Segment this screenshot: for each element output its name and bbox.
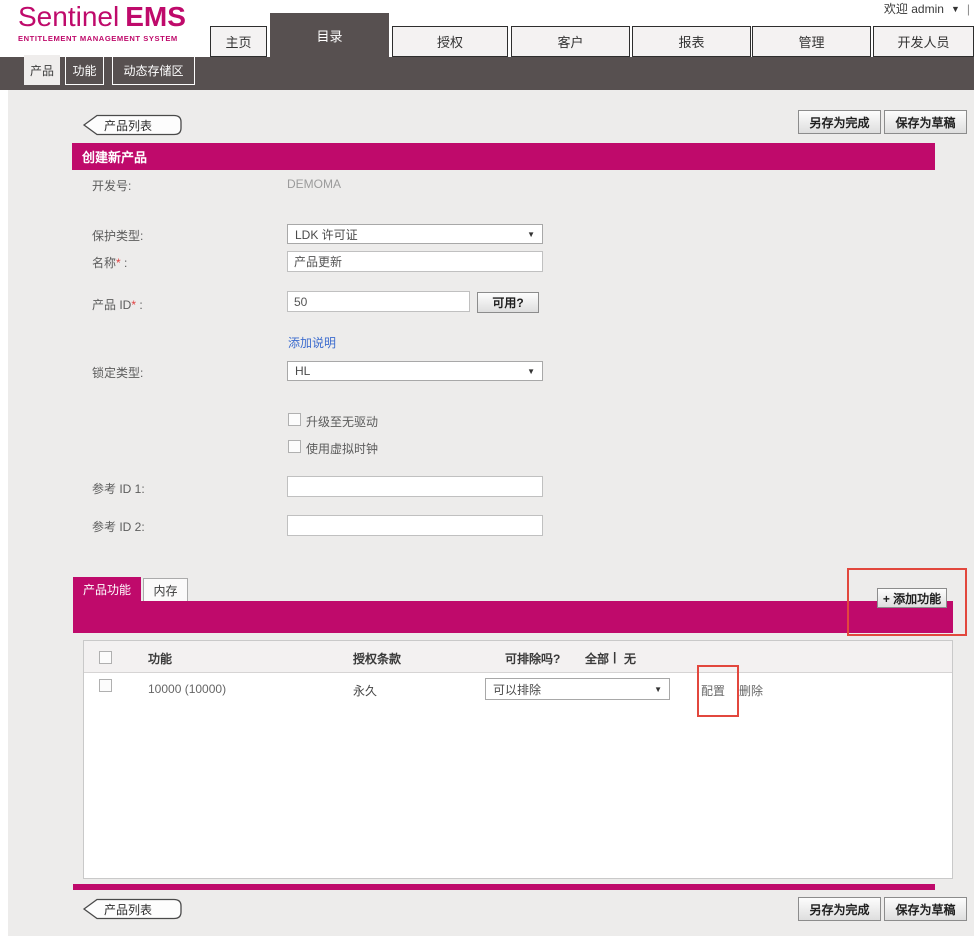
- top-header: SentinelEMS ENTITLEMENT MANAGEMENT SYSTE…: [0, 0, 974, 57]
- developer-id-label: 开发号:: [92, 177, 131, 194]
- virtual-clock-label: 使用虚拟时钟: [306, 440, 378, 457]
- annotation-box-add-feature: [847, 568, 967, 636]
- delete-link[interactable]: 删除: [739, 682, 763, 699]
- check-id-available-button[interactable]: 可用?: [477, 292, 539, 313]
- save-as-draft-button-top[interactable]: 保存为草稿: [884, 110, 967, 134]
- tab-reports[interactable]: 报表: [632, 26, 751, 57]
- welcome-text: 欢迎 admin: [884, 0, 944, 17]
- select-all-checkbox[interactable]: [99, 651, 112, 664]
- product-list-back-label: 产品列表: [104, 117, 152, 134]
- locking-type-label: 锁定类型:: [92, 364, 143, 381]
- ref-id-2-input[interactable]: [287, 515, 543, 536]
- page: SentinelEMS ENTITLEMENT MANAGEMENT SYSTE…: [0, 0, 974, 936]
- subtab-features[interactable]: 功能: [65, 55, 104, 85]
- feature-table-row: 10000 (10000) 永久 可以排除 ▼ 配置 删除: [84, 673, 952, 706]
- save-as-complete-button-bottom[interactable]: 另存为完成: [798, 897, 881, 921]
- features-table: 功能 授权条款 可排除吗? 全部 | 无 10000 (10000) 永久 可以…: [83, 640, 953, 879]
- product-id-label: 产品 ID* :: [92, 296, 143, 313]
- welcome-separator: |: [967, 2, 970, 16]
- name-label: 名称* :: [92, 254, 127, 271]
- tab-customers[interactable]: 客户: [511, 26, 630, 57]
- protection-type-value: LDK 许可证: [295, 226, 358, 243]
- add-description-link[interactable]: 添加说明: [288, 334, 336, 351]
- column-license-terms: 授权条款: [353, 650, 401, 667]
- tab-home[interactable]: 主页: [210, 26, 267, 57]
- tab-memory[interactable]: 内存: [143, 578, 188, 602]
- tab-catalog[interactable]: 目录: [270, 13, 389, 57]
- locking-type-value: HL: [295, 364, 310, 378]
- ref-id-2-label: 参考 ID 2:: [92, 518, 145, 535]
- features-header-bar: [73, 601, 953, 633]
- virtual-clock-checkbox[interactable]: [288, 440, 301, 453]
- protection-type-label: 保护类型:: [92, 227, 143, 244]
- protection-type-select[interactable]: LDK 许可证 ▼: [287, 224, 543, 244]
- features-table-header: 功能 授权条款 可排除吗? 全部 | 无: [84, 641, 952, 673]
- logo-subtitle: ENTITLEMENT MANAGEMENT SYSTEM: [18, 34, 186, 43]
- tab-developers[interactable]: 开发人员: [873, 26, 974, 57]
- subtab-memory-area[interactable]: 动态存储区: [112, 55, 195, 85]
- features-bottom-bar: [73, 884, 935, 890]
- welcome-area: 欢迎 admin ▼ |: [884, 1, 970, 16]
- logo-title-main: Sentinel: [18, 1, 119, 32]
- select-caret-icon: ▼: [527, 230, 535, 239]
- logo-title-accent: EMS: [125, 1, 186, 32]
- select-caret-icon: ▼: [527, 367, 535, 376]
- excludable-all-link[interactable]: 全部: [585, 650, 609, 667]
- tab-entitlements[interactable]: 授权: [392, 26, 508, 57]
- ref-id-1-input[interactable]: [287, 476, 543, 497]
- product-id-input[interactable]: [287, 291, 470, 312]
- select-caret-icon: ▼: [654, 685, 662, 694]
- annotation-box-configure: [697, 665, 739, 717]
- excludable-select[interactable]: 可以排除 ▼: [485, 678, 670, 700]
- product-list-back-button-bottom[interactable]: 产品列表: [82, 898, 183, 920]
- excludable-none-link[interactable]: 无: [624, 650, 636, 667]
- name-input[interactable]: [287, 251, 543, 272]
- driverless-upgrade-checkbox[interactable]: [288, 413, 301, 426]
- ref-id-1-label: 参考 ID 1:: [92, 480, 145, 497]
- excludable-select-value: 可以排除: [493, 681, 541, 698]
- excludable-separator: |: [613, 650, 616, 664]
- product-list-back-label: 产品列表: [104, 901, 152, 918]
- subtab-products[interactable]: 产品: [24, 55, 60, 85]
- tab-product-features[interactable]: 产品功能: [73, 577, 141, 602]
- user-menu-caret-icon[interactable]: ▼: [951, 4, 960, 14]
- column-excludable: 可排除吗?: [505, 650, 560, 667]
- developer-id-value: DEMOMA: [287, 177, 341, 191]
- tab-administration[interactable]: 管理: [752, 26, 871, 57]
- column-feature: 功能: [148, 650, 172, 667]
- product-list-back-button-top[interactable]: 产品列表: [82, 114, 183, 136]
- logo-title: SentinelEMS: [18, 2, 186, 32]
- save-as-draft-button-bottom[interactable]: 保存为草稿: [884, 897, 967, 921]
- row-feature-value: 10000 (10000): [148, 682, 226, 696]
- sentinel-ems-logo[interactable]: SentinelEMS ENTITLEMENT MANAGEMENT SYSTE…: [18, 2, 186, 43]
- create-product-title-bar: 创建新产品: [72, 143, 935, 170]
- row-checkbox[interactable]: [99, 679, 112, 692]
- save-as-complete-button-top[interactable]: 另存为完成: [798, 110, 881, 134]
- row-license-terms-value: 永久: [353, 682, 377, 699]
- driverless-upgrade-label: 升级至无驱动: [306, 413, 378, 430]
- locking-type-select[interactable]: HL ▼: [287, 361, 543, 381]
